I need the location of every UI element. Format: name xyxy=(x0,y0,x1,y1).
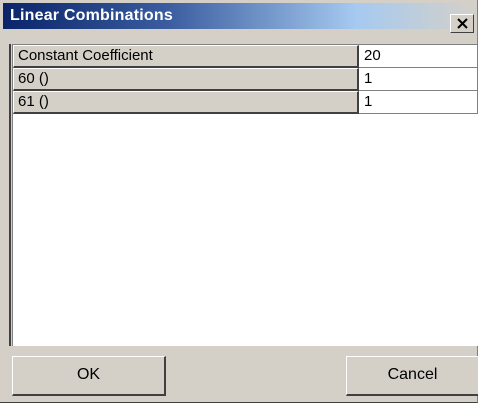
row-label: 60 () xyxy=(13,68,359,91)
grid-left-edge xyxy=(9,44,11,346)
ok-button[interactable]: OK xyxy=(12,356,166,396)
grid-row: 61 () 1 xyxy=(13,91,478,114)
close-icon xyxy=(457,18,468,29)
cancel-button[interactable]: Cancel xyxy=(346,356,478,396)
grid-row: Constant Coefficient 20 xyxy=(13,45,478,68)
coefficient-grid: Constant Coefficient 20 60 () 1 61 () 1 xyxy=(12,44,478,346)
linear-combinations-dialog: Linear Combinations Constant Coefficient… xyxy=(0,0,478,403)
title-bar: Linear Combinations xyxy=(3,3,475,29)
row-label: 61 () xyxy=(13,91,359,114)
row-value-input[interactable]: 1 xyxy=(359,68,478,91)
grid-row: 60 () 1 xyxy=(13,68,478,91)
close-button[interactable] xyxy=(450,14,474,33)
row-value-input[interactable]: 1 xyxy=(359,91,478,114)
window-title: Linear Combinations xyxy=(10,7,173,24)
row-label: Constant Coefficient xyxy=(13,45,359,68)
row-value-input[interactable]: 20 xyxy=(359,45,478,68)
